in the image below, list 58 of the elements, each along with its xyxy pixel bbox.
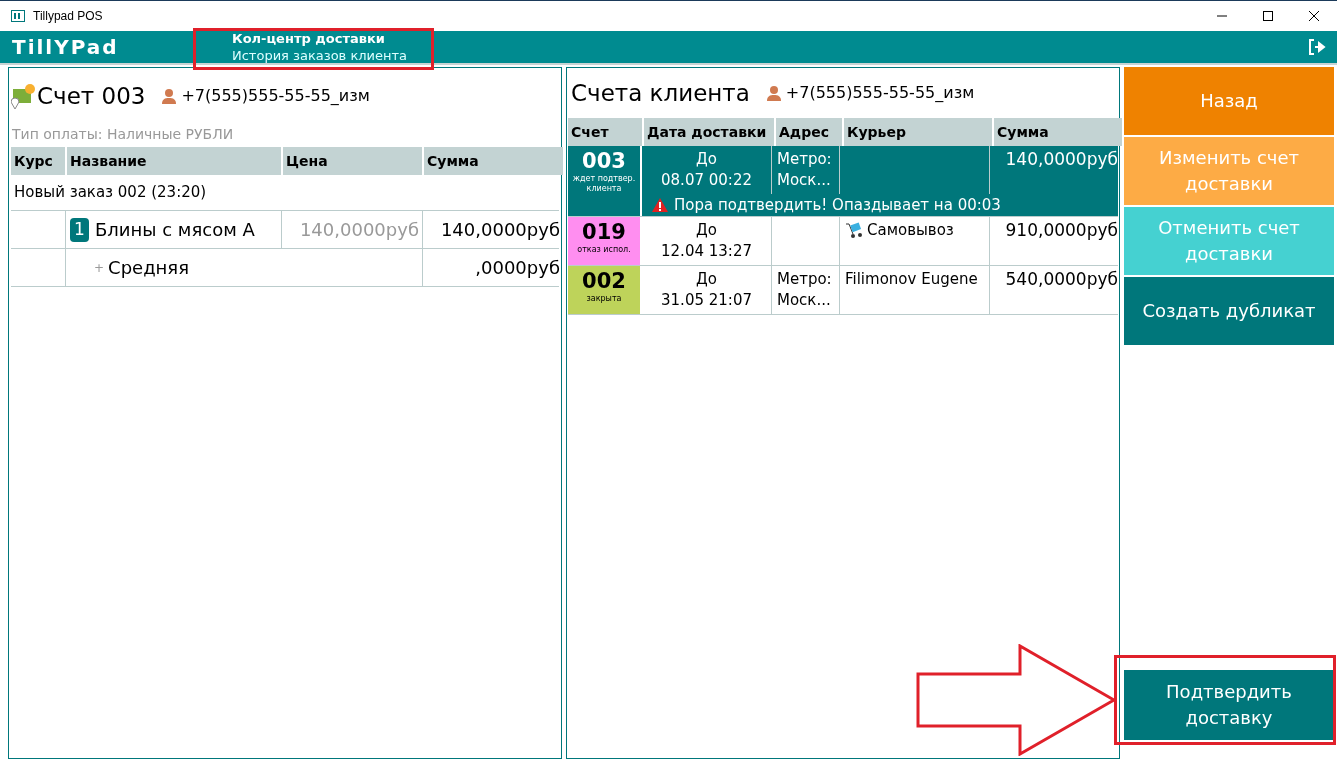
accounts-title: Счета клиента (571, 78, 750, 108)
account-status: закрыта (585, 294, 623, 304)
warning-message: Пора подтвердить! Опаздывает на 00:03 (674, 194, 1001, 216)
address: Метро: Моск... (777, 149, 833, 191)
date-prefix: До (696, 149, 717, 170)
header-subtitle[interactable]: История заказов клиента (232, 47, 408, 64)
delivery-date: 31.05 21:07 (661, 290, 752, 311)
column-header: Название (67, 147, 281, 175)
item-sum: ,0000руб (475, 256, 560, 280)
account-row[interactable]: 019 отказ испол. До 12.04 13:27 Самовывоз 910,0000руб (568, 217, 1118, 266)
account-status: ждет подтвер. клиента (571, 174, 637, 194)
account-status: отказ испол. (576, 245, 632, 255)
modifier-name: Средняя (108, 256, 189, 280)
date-prefix: До (696, 220, 717, 241)
account-number: 002 (582, 268, 626, 294)
account-sum: 540,0000руб (1005, 269, 1118, 291)
item-price: 140,0000руб (299, 218, 419, 242)
action-button[interactable]: Создать дубликат (1124, 277, 1334, 345)
column-header: Курс (11, 147, 65, 175)
delivery-date: 12.04 13:27 (661, 241, 752, 262)
confirm-delivery-button[interactable]: Подтвердить доставку (1124, 670, 1334, 740)
quantity-badge: 1 (70, 217, 89, 242)
account-row[interactable]: 002 закрыта До 31.05 21:07 Метро: Моск... Filimonov Eugene 540,0000руб (568, 266, 1118, 315)
map-pin-icon (11, 83, 35, 109)
plus-mark: + (94, 259, 105, 277)
column-header: Сумма (994, 118, 1122, 146)
window-title: Tillypad POS (33, 8, 103, 25)
logo: TillYPad (12, 34, 120, 61)
account-row[interactable]: 003 ждет подтвер. клиента До 08.07 00:22 Метро: Моск... 140,0000руб Пора подтвердить! Опаздывает на 00:03 (568, 146, 1118, 217)
person-icon (161, 88, 178, 104)
account-number: 003 (582, 148, 626, 174)
account-number: 019 (582, 219, 626, 245)
header-title: Кол-центр доставки (232, 30, 386, 47)
delivery-date: 08.07 00:22 (661, 170, 752, 191)
hand-truck-icon (845, 222, 863, 238)
order-group: Новый заказ 002 (23:20) (11, 175, 559, 211)
order-title: Счет 003 (37, 81, 146, 111)
date-prefix: До (696, 269, 717, 290)
account-sum: 140,0000руб (1005, 149, 1118, 171)
app-icon (11, 10, 25, 22)
address: Метро: Моск... (777, 269, 833, 311)
item-name: Блины с мясом А (95, 218, 255, 242)
account-sum: 910,0000руб (1005, 220, 1118, 242)
courier: Самовывоз (867, 220, 954, 241)
payment-type: Тип оплаты: Наличные РУБЛИ (12, 125, 235, 144)
courier: Filimonov Eugene (845, 269, 978, 290)
column-header: Дата доставки (644, 118, 774, 146)
client-phone: +7(555)555-55-55_изм (785, 82, 975, 104)
column-header: Курьер (844, 118, 992, 146)
column-header: Сумма (424, 147, 563, 175)
client-phone: +7(555)555-55-55_изм (181, 85, 370, 107)
column-header: Счет (568, 118, 642, 146)
column-header: Цена (283, 147, 422, 175)
warning-icon (652, 198, 668, 212)
item-sum: 140,0000руб (440, 218, 560, 242)
column-header: Адрес (776, 118, 842, 146)
exit-icon[interactable] (1309, 39, 1327, 55)
person-icon (765, 85, 782, 101)
